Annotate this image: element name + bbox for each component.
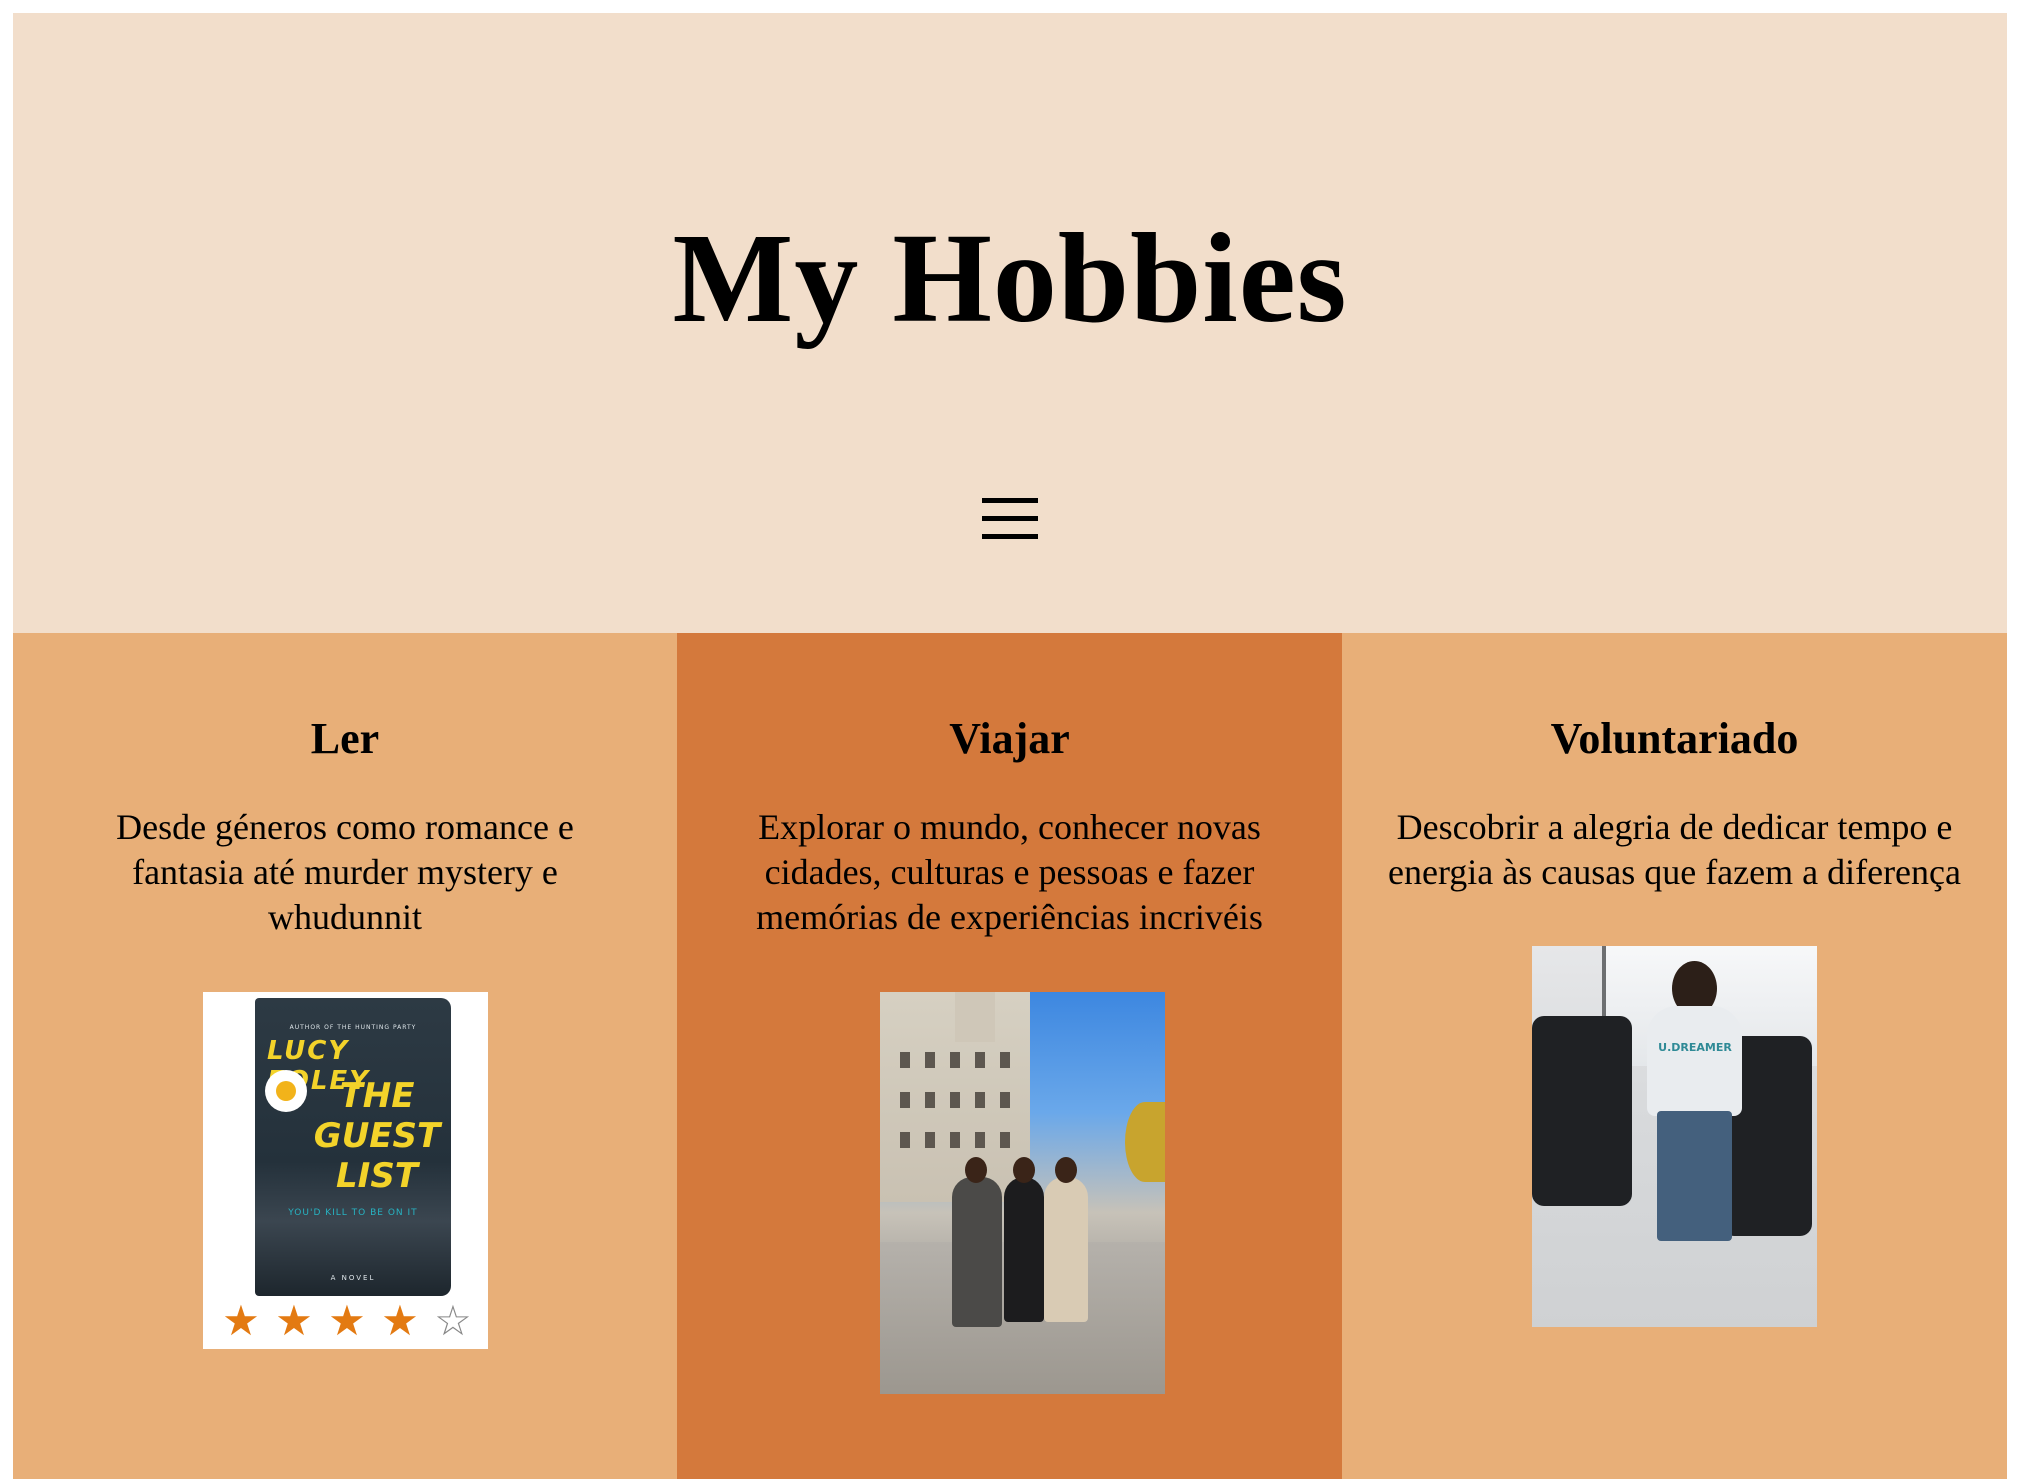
volunteer-photo: U.DREAMER — [1532, 946, 1817, 1327]
photo-person-legs — [1657, 1111, 1732, 1241]
book-footer: A NOVEL — [330, 1274, 376, 1282]
photo-window — [925, 1132, 935, 1148]
travel-photo — [880, 992, 1165, 1394]
photo-window — [900, 1132, 910, 1148]
book-top-text: AUTHOR OF THE HUNTING PARTY — [289, 1024, 417, 1031]
photo-building — [880, 992, 1030, 1202]
photo-person — [1647, 1006, 1742, 1116]
star-filled-icon: ★ — [275, 1296, 313, 1345]
hobby-title: Viajar — [949, 714, 1070, 763]
book-tagline: YOU'D KILL TO BE ON IT — [288, 1208, 418, 1218]
photo-window — [950, 1132, 960, 1148]
photo-person — [1004, 1177, 1044, 1322]
menu-bar-bottom — [982, 534, 1038, 539]
photo-wheelchair — [1532, 1016, 1632, 1206]
hobby-card-reading: Ler Desde géneros como romance e fantasi… — [13, 633, 677, 1479]
photo-window — [1000, 1092, 1010, 1108]
photo-window — [975, 1092, 985, 1108]
menu-bar-middle — [982, 516, 1038, 521]
photo-window — [900, 1052, 910, 1068]
photo-person — [1044, 1177, 1088, 1322]
photo-person — [952, 1177, 1002, 1327]
hobby-title: Voluntariado — [1550, 714, 1799, 763]
photo-person-head — [1055, 1157, 1077, 1183]
book-title: THE GUEST LIST — [313, 1076, 441, 1196]
photo-window — [925, 1052, 935, 1068]
photo-shirt-text: U.DREAMER — [1658, 1041, 1732, 1054]
photo-window — [950, 1052, 960, 1068]
hobbies-section: Ler Desde géneros como romance e fantasi… — [13, 633, 2007, 1479]
hobby-card-volunteering: Voluntariado Descobrir a alegria de dedi… — [1342, 633, 2007, 1479]
photo-window — [975, 1132, 985, 1148]
book-cover: AUTHOR OF THE HUNTING PARTY LUCY FOLEY T… — [255, 998, 451, 1296]
star-filled-icon: ★ — [381, 1296, 419, 1345]
hobby-description: Explorar o mundo, conhecer novas cidades… — [756, 807, 1263, 937]
star-rating: ★ ★ ★ ★ ☆ — [217, 1298, 477, 1344]
hobby-description: Descobrir a alegria de dedicar tempo e e… — [1388, 807, 1961, 892]
page-title: My Hobbies — [672, 207, 1348, 349]
hobby-title: Ler — [310, 714, 380, 763]
photo-window — [925, 1092, 935, 1108]
hamburger-menu-icon[interactable] — [980, 488, 1040, 548]
photo-window — [1000, 1132, 1010, 1148]
photo-person-head — [965, 1157, 987, 1183]
page-header: My Hobbies — [13, 13, 2007, 633]
photo-window — [900, 1092, 910, 1108]
book-club-badge-icon — [265, 1070, 307, 1112]
book-rating-image: AUTHOR OF THE HUNTING PARTY LUCY FOLEY T… — [203, 992, 488, 1349]
photo-tree — [1125, 1102, 1165, 1182]
star-filled-icon: ★ — [328, 1296, 366, 1345]
photo-window — [975, 1052, 985, 1068]
hobby-card-travel: Viajar Explorar o mundo, conhecer novas … — [677, 633, 1342, 1479]
hobby-description: Desde géneros como romance e fantasia at… — [116, 807, 574, 937]
page: My Hobbies Ler Desde géneros como romanc… — [13, 13, 2007, 1479]
photo-window — [950, 1092, 960, 1108]
star-empty-icon: ☆ — [434, 1296, 472, 1345]
photo-window — [1000, 1052, 1010, 1068]
menu-bar-top — [982, 498, 1038, 503]
photo-tower — [955, 992, 995, 1042]
photo-person-head — [1013, 1157, 1035, 1183]
star-filled-icon: ★ — [222, 1296, 260, 1345]
